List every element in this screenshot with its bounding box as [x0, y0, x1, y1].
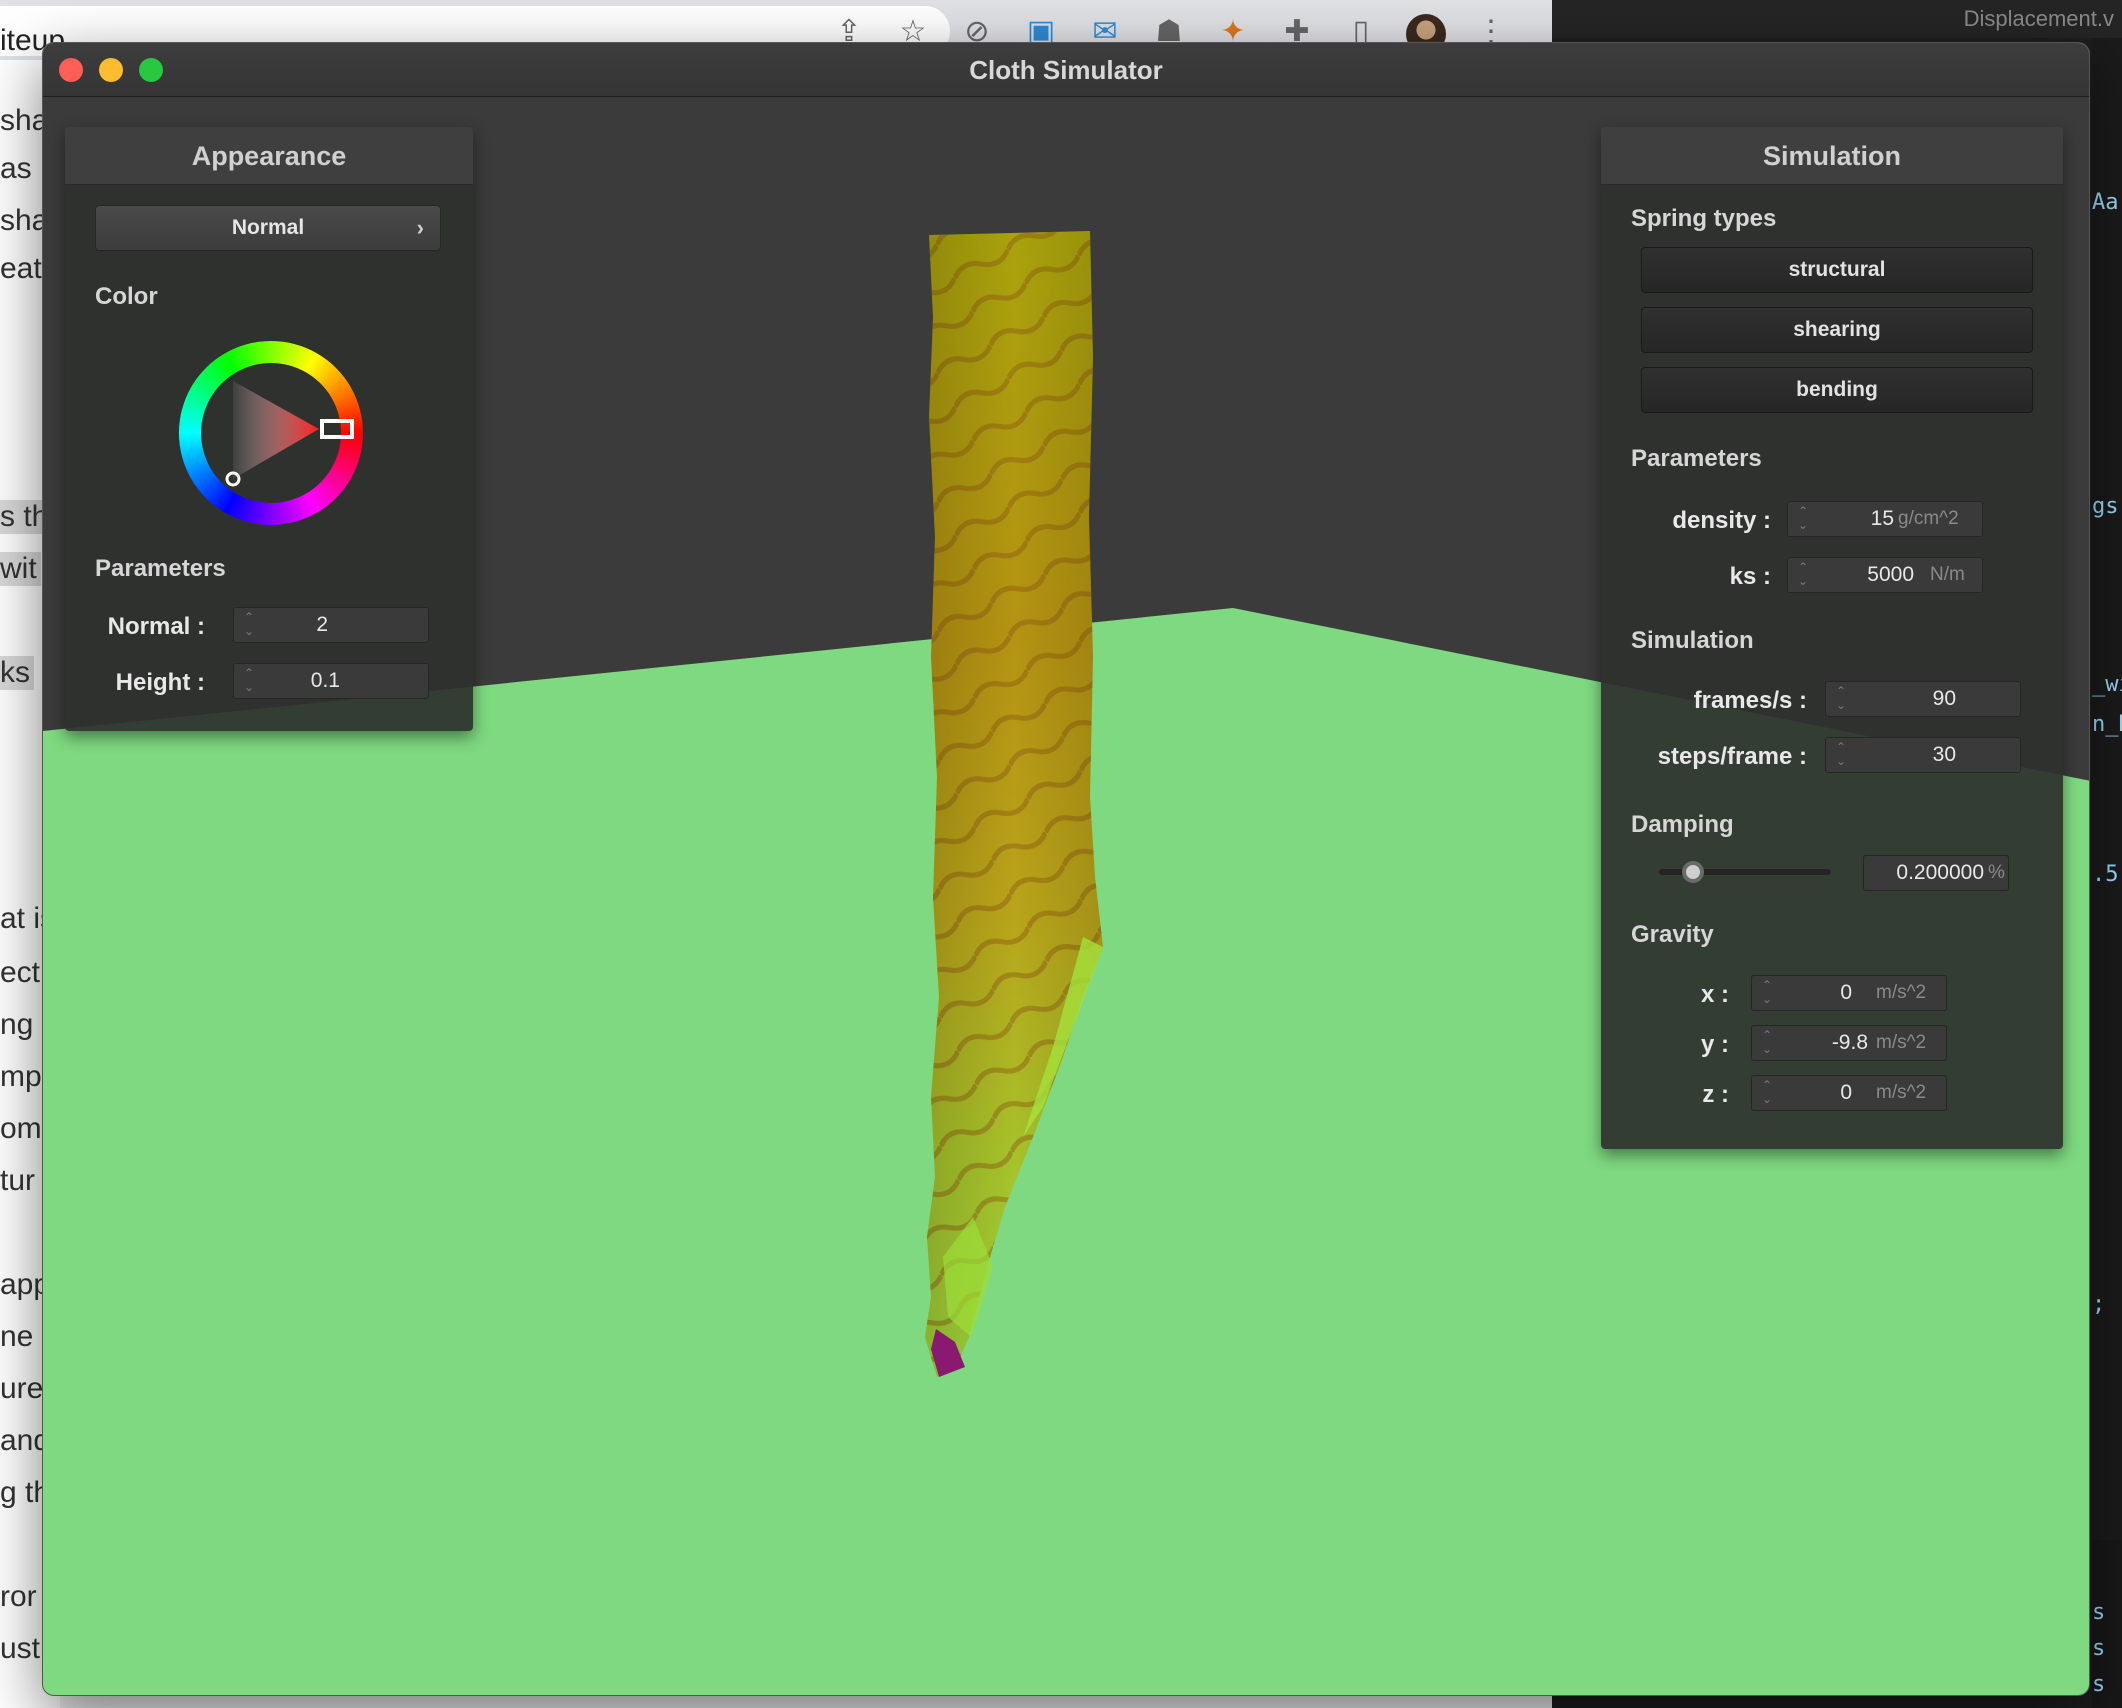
- simulation-section-label: Simulation: [1631, 627, 1754, 654]
- spinner-arrows-icon[interactable]: ⌃ ⌄: [242, 610, 256, 640]
- editor-code-fragment: s: [2092, 1600, 2106, 1625]
- spinner-arrows-icon[interactable]: ⌃ ⌄: [1760, 1028, 1774, 1058]
- document-text-fragment: ror: [0, 1580, 37, 1613]
- ks-input[interactable]: ⌃ ⌄ 5000 N/m: [1787, 557, 1983, 593]
- editor-code-fragment: Aa: [2092, 190, 2119, 215]
- appearance-parameters-label: Parameters: [95, 555, 226, 582]
- document-text-fragment: eat: [0, 252, 42, 285]
- editor-code-fragment: .5: [2092, 862, 2119, 887]
- gravity-y-unit: m/s^2: [1876, 1032, 1927, 1053]
- steps-input-value: 30: [1932, 743, 1956, 766]
- editor-code-fragment: s: [2092, 1672, 2106, 1697]
- color-triangle[interactable]: [233, 381, 319, 479]
- gravity-z-input[interactable]: ⌃ ⌄ 0 m/s^2: [1751, 1075, 1947, 1111]
- fps-field-label: frames/s :: [1693, 687, 1807, 714]
- document-text-fragment: wit: [0, 552, 41, 586]
- gravity-y-input[interactable]: ⌃ ⌄ -9.8 m/s^2: [1751, 1025, 1947, 1061]
- editor-tab-title[interactable]: Displacement.v: [1964, 6, 2114, 32]
- damping-section-label: Damping: [1631, 811, 1734, 838]
- gravity-section-label: Gravity: [1631, 921, 1714, 948]
- document-text-fragment: ure: [0, 1372, 44, 1405]
- steps-input[interactable]: ⌃ ⌄ 30: [1825, 737, 2021, 773]
- spinner-arrows-icon[interactable]: ⌃ ⌄: [1796, 560, 1810, 590]
- color-wheel[interactable]: [171, 333, 371, 533]
- shader-dropdown-value: Normal: [231, 216, 305, 239]
- normal-field-label: Normal :: [107, 613, 205, 640]
- document-text-fragment: ng: [0, 1008, 34, 1041]
- cloth-simulator-window: Cloth Simulator Appearance Normal › Colo…: [42, 42, 2090, 1696]
- spring-shearing-toggle[interactable]: shearing: [1641, 307, 2033, 353]
- window-titlebar: Cloth Simulator: [43, 43, 2089, 97]
- appearance-panel: Appearance Normal › Color Parameters Nor…: [65, 127, 473, 731]
- spring-bending-toggle[interactable]: bending: [1641, 367, 2033, 413]
- normal-input[interactable]: ⌃ ⌄ 2: [233, 607, 429, 643]
- ks-field-label: ks :: [1729, 563, 1771, 590]
- gravity-z-value: 0: [1840, 1081, 1852, 1104]
- height-field-label: Height :: [115, 669, 205, 696]
- editor-code-fragment: n_H: [2092, 712, 2122, 737]
- damping-input-value: 0.200000: [1896, 861, 1984, 884]
- simulation-parameters-label: Parameters: [1631, 445, 1762, 472]
- spinner-arrows-icon[interactable]: ⌃ ⌄: [1796, 504, 1810, 534]
- document-text-fragment: as: [0, 152, 32, 185]
- spinner-arrows-icon[interactable]: ⌃ ⌄: [242, 666, 256, 696]
- height-input-value: 0.1: [310, 669, 340, 692]
- gravity-y-label: y :: [1700, 1031, 1729, 1058]
- density-input[interactable]: ⌃ ⌄ 15 g/cm^2: [1787, 501, 1983, 537]
- density-input-value: 15: [1870, 507, 1894, 530]
- appearance-panel-header[interactable]: Appearance: [65, 127, 473, 185]
- document-text-fragment: mp: [0, 1060, 42, 1093]
- fps-input[interactable]: ⌃ ⌄ 90: [1825, 681, 2021, 717]
- gravity-x-unit: m/s^2: [1876, 982, 1927, 1003]
- gravity-x-input[interactable]: ⌃ ⌄ 0 m/s^2: [1751, 975, 1947, 1011]
- density-unit: g/cm^2: [1898, 508, 1959, 529]
- spinner-arrows-icon[interactable]: ⌃ ⌄: [1834, 740, 1848, 770]
- window-title: Cloth Simulator: [969, 55, 1163, 85]
- spinner-arrows-icon[interactable]: ⌃ ⌄: [1834, 684, 1848, 714]
- ks-unit: N/m: [1930, 564, 1965, 585]
- gravity-z-label: z :: [1702, 1081, 1729, 1108]
- spring-structural-toggle[interactable]: structural: [1641, 247, 2033, 293]
- document-text-fragment: ust: [0, 1632, 41, 1665]
- editor-code-fragment: ;: [2092, 1292, 2106, 1317]
- spring-types-label: Spring types: [1631, 205, 1777, 232]
- density-field-label: density :: [1672, 507, 1771, 534]
- spinner-arrows-icon[interactable]: ⌃ ⌄: [1760, 978, 1774, 1008]
- gravity-x-label: x :: [1700, 981, 1729, 1008]
- steps-field-label: steps/frame :: [1657, 743, 1807, 770]
- editor-code-fragment: gs.: [2092, 494, 2122, 519]
- gravity-z-unit: m/s^2: [1876, 1082, 1927, 1103]
- editor-code-fragment: _wi: [2092, 672, 2122, 697]
- gravity-x-value: 0: [1840, 981, 1852, 1004]
- simulation-panel-header[interactable]: Simulation: [1601, 127, 2063, 185]
- gravity-y-value: -9.8: [1831, 1031, 1868, 1054]
- spinner-arrows-icon[interactable]: ⌃ ⌄: [1760, 1078, 1774, 1108]
- height-input[interactable]: ⌃ ⌄ 0.1: [233, 663, 429, 699]
- fps-input-value: 90: [1932, 687, 1956, 710]
- shader-dropdown[interactable]: Normal ›: [95, 205, 441, 251]
- damping-unit: %: [1988, 862, 2005, 883]
- document-text-fragment: tur: [0, 1164, 36, 1197]
- normal-input-value: 2: [316, 613, 328, 636]
- chevron-right-icon: ›: [416, 215, 424, 240]
- editor-tab-bar: Displacement.v: [1552, 0, 2122, 38]
- ks-input-value: 5000: [1867, 563, 1914, 586]
- color-section-label: Color: [95, 283, 158, 310]
- editor-code-fragment: s: [2092, 1636, 2106, 1661]
- document-text-fragment: ks: [0, 656, 34, 690]
- document-text-fragment: ect: [0, 956, 41, 989]
- simulation-panel: Simulation Spring types structural shear…: [1601, 127, 2063, 1149]
- damping-slider-knob[interactable]: [1682, 861, 1705, 883]
- damping-input[interactable]: 0.200000 %: [1863, 855, 2009, 891]
